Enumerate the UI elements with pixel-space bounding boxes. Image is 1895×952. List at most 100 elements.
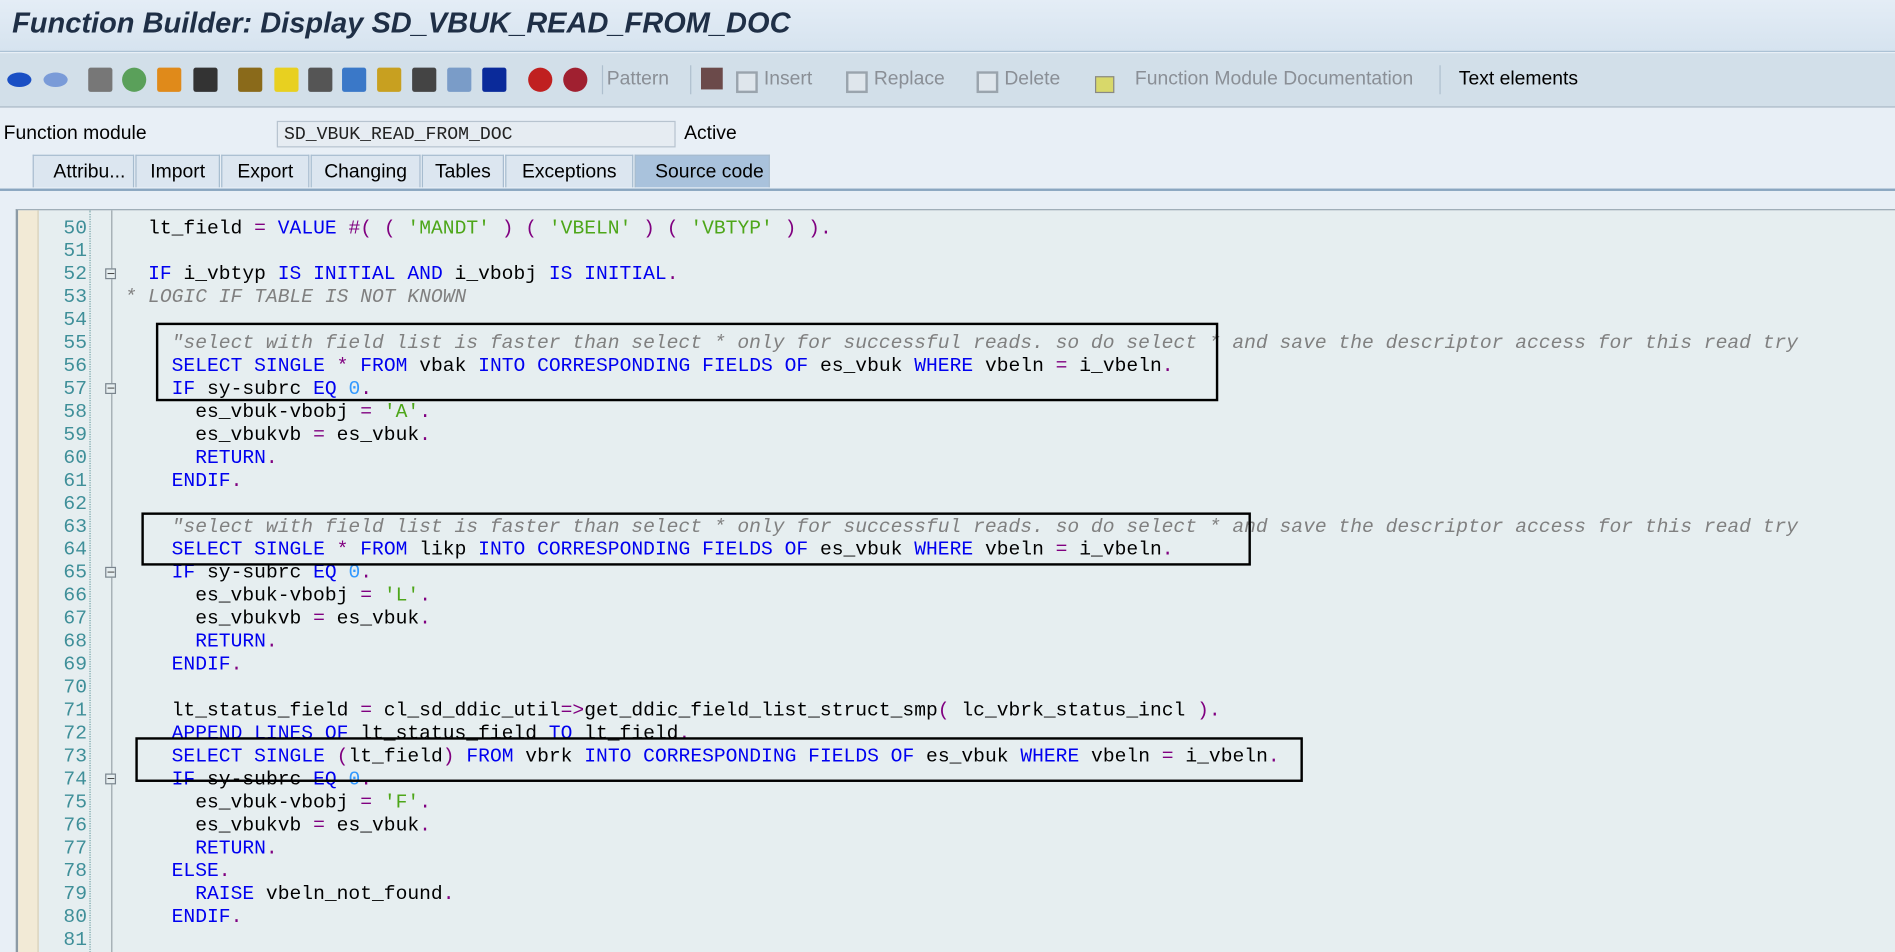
set-user-breakpoint-icon[interactable] (563, 67, 588, 92)
token-identifier: lc_vbrk_status_incl (949, 698, 1198, 722)
token-keyword: IS INITIAL (548, 262, 667, 286)
code-line[interactable]: 66 es_vbuk-vbobj = 'L'. (18, 584, 1895, 607)
other-object-icon[interactable] (157, 67, 182, 92)
abap-source-editor[interactable]: 50 lt_field = VALUE #( ( 'MANDT' ) ( 'VB… (15, 209, 1895, 952)
pattern-button[interactable]: Pattern (607, 69, 669, 91)
active-inactive-icon[interactable] (122, 67, 147, 92)
token-operator: . (442, 882, 455, 906)
text-elements-button[interactable]: Text elements (1459, 69, 1578, 91)
code-text: lt_status_field = cl_sd_ddic_util=>get_d… (124, 698, 1221, 722)
token-identifier: cl_sd_ddic_util (372, 698, 561, 722)
line-number: 62 (63, 491, 88, 515)
code-line[interactable]: 80 ENDIF. (18, 905, 1895, 928)
application-toolbar: Pattern Insert Replace Delete Function M… (0, 53, 1895, 108)
code-line[interactable]: 69 ENDIF. (18, 653, 1895, 676)
tab-exceptions[interactable]: Exceptions (505, 154, 634, 188)
toolbar-separator (1439, 65, 1441, 95)
code-text: ENDIF. (124, 469, 243, 492)
token-operator: = (360, 400, 373, 424)
token-keyword: IF (148, 262, 172, 286)
toolbar-separator (601, 65, 604, 95)
function-module-field[interactable]: SD_VBUK_READ_FROM_DOC (276, 120, 676, 148)
tab-export[interactable]: Export (221, 154, 310, 188)
code-line[interactable]: 75 es_vbuk-vbobj = 'F'. (18, 790, 1895, 813)
collapse-block-icon[interactable]: − (105, 773, 117, 785)
token-keyword: VALUE (277, 216, 337, 240)
code-line[interactable]: 79 RAISE vbeln_not_found. (18, 882, 1895, 905)
token-identifier (337, 216, 349, 239)
line-number: 56 (63, 354, 88, 378)
code-text: RETURN. (124, 630, 278, 653)
token-keyword: RETURN (195, 445, 266, 469)
line-number: 80 (63, 905, 88, 929)
insert-button[interactable]: Insert (764, 69, 812, 91)
token-operator: ). (1197, 698, 1221, 722)
collapse-block-icon[interactable]: − (105, 268, 117, 280)
delete-button[interactable]: Delete (1004, 69, 1060, 91)
token-identifier: es_vbuk-vbobj (124, 583, 361, 607)
line-number: 59 (63, 423, 88, 446)
token-identifier: es_vbuk (324, 423, 420, 446)
code-line[interactable]: 81 (18, 928, 1895, 951)
code-line[interactable]: 71 lt_status_field = cl_sd_ddic_util=>ge… (18, 699, 1895, 722)
code-line[interactable]: 68 RETURN. (18, 630, 1895, 653)
navigation-icon[interactable] (342, 67, 367, 92)
where-used-icon[interactable] (193, 67, 218, 92)
code-line[interactable]: 50 lt_field = VALUE #( ( 'MANDT' ) ( 'VB… (18, 216, 1895, 239)
line-number: 57 (63, 377, 88, 401)
code-line[interactable]: 67 es_vbukvb = es_vbuk. (18, 607, 1895, 630)
check-icon[interactable] (238, 67, 263, 92)
test-icon[interactable] (308, 67, 333, 92)
token-string-literal: 'A' (383, 400, 420, 424)
token-operator: ) ( (489, 216, 549, 240)
token-operator: ( (937, 698, 950, 722)
token-keyword: ENDIF (171, 652, 231, 676)
line-number: 61 (63, 468, 88, 492)
display-change-icon[interactable] (88, 67, 113, 92)
line-number: 81 (63, 928, 88, 952)
code-line[interactable]: 77 RETURN. (18, 836, 1895, 859)
token-identifier: vbeln_not_found (254, 882, 443, 906)
token-identifier: lt_field (124, 216, 255, 240)
set-breakpoint-icon[interactable] (528, 67, 553, 92)
code-line[interactable]: 62 (18, 492, 1895, 515)
replace-button[interactable]: Replace (874, 69, 945, 91)
code-text: * LOGIC IF TABLE IS NOT KNOWN (124, 285, 466, 308)
line-number: 50 (63, 216, 88, 240)
collapse-block-icon[interactable]: − (105, 383, 117, 395)
code-line[interactable]: 52 − IF i_vbtyp IS INITIAL AND i_vbobj IS… (18, 262, 1895, 285)
token-operator: ) ). (772, 216, 832, 240)
token-operator: #( ( (348, 216, 408, 240)
code-line[interactable]: 61 ENDIF. (18, 469, 1895, 492)
function-module-documentation-button[interactable]: Function Module Documentation (1135, 69, 1413, 91)
token-string-literal: 'VBELN' (548, 216, 632, 240)
token-keyword: ENDIF (171, 905, 231, 929)
hierarchy-icon[interactable] (377, 67, 402, 92)
code-line[interactable]: 51 (18, 239, 1895, 262)
object-list-icon[interactable] (447, 67, 472, 92)
tab-import[interactable]: Import (135, 154, 220, 188)
collapse-block-icon[interactable]: − (105, 566, 117, 578)
forward-arrow-icon[interactable] (43, 72, 68, 88)
tab-tables[interactable]: Tables (421, 154, 504, 188)
code-line[interactable]: 76 es_vbukvb = es_vbuk. (18, 813, 1895, 836)
code-line[interactable]: 53 * LOGIC IF TABLE IS NOT KNOWN (18, 285, 1895, 308)
tab-source-code[interactable]: Source code (634, 154, 770, 188)
code-line[interactable]: 60 RETURN. (18, 446, 1895, 469)
tab-changing[interactable]: Changing (310, 154, 421, 188)
code-line[interactable]: 59 es_vbukvb = es_vbuk. (18, 423, 1895, 446)
token-string-literal: 'MANDT' (407, 216, 490, 240)
token-operator: . (218, 859, 231, 883)
activate-icon[interactable] (274, 67, 299, 92)
replace-icon (846, 71, 868, 94)
delete-icon (976, 71, 999, 94)
tab-attributes[interactable]: Attribu... (32, 154, 135, 188)
code-line[interactable]: 78 ELSE. (18, 859, 1895, 882)
back-arrow-icon[interactable] (7, 72, 32, 88)
stack-icon[interactable] (412, 67, 437, 92)
info-icon[interactable] (482, 67, 507, 92)
code-line[interactable]: 70 (18, 676, 1895, 699)
line-number: 64 (63, 537, 88, 561)
block-icon[interactable] (700, 67, 723, 90)
code-line[interactable]: 58 es_vbuk-vbobj = 'A'. (18, 400, 1895, 423)
